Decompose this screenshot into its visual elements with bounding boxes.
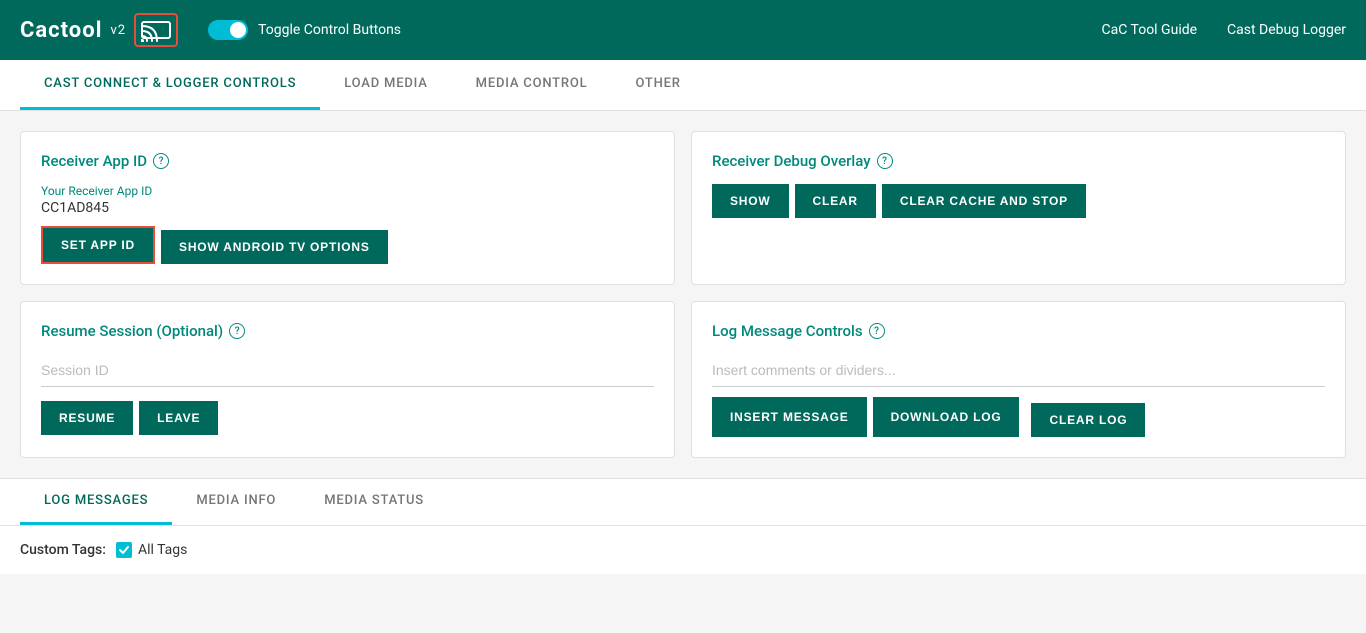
cast-icon [141,18,171,42]
toggle-switch[interactable] [208,20,248,40]
resume-session-card: Resume Session (Optional) ? RESUME LEAVE [20,301,675,458]
log-message-help-icon[interactable]: ? [869,323,885,339]
app-id-input-label: Your Receiver App ID [41,184,654,198]
clear-debug-button[interactable]: CLEAR [795,184,876,218]
session-id-input[interactable] [41,354,654,387]
nav-cac-tool-guide[interactable]: CaC Tool Guide [1102,22,1198,38]
app-id-buttons-row: SET APP ID SHOW ANDROID TV OPTIONS [41,226,654,264]
receiver-app-id-card: Receiver App ID ? Your Receiver App ID C… [20,131,675,285]
tab-media-control[interactable]: MEDIA CONTROL [452,60,612,110]
session-buttons-row: RESUME LEAVE [41,401,654,435]
all-tags-label: All Tags [138,542,187,558]
toggle-area: Toggle Control Buttons [208,20,401,40]
download-log-button[interactable]: DOWNLOAD LOG [873,397,1020,437]
clear-cache-stop-button[interactable]: CLEAR CACHE AND STOP [882,184,1086,218]
top-cards-row: Receiver App ID ? Your Receiver App ID C… [20,131,1346,285]
all-tags-checkbox[interactable] [116,542,132,558]
log-message-title: Log Message Controls ? [712,322,1325,340]
clear-log-button[interactable]: CLEAR LOG [1031,403,1145,437]
insert-message-button[interactable]: INSERT MESSAGE [712,397,867,437]
checkmark-icon [118,544,130,556]
tab-other[interactable]: OTHER [611,60,704,110]
resume-session-help-icon[interactable]: ? [229,323,245,339]
header-nav: CaC Tool Guide Cast Debug Logger [1102,22,1347,38]
tab-media-status[interactable]: MEDIA STATUS [300,479,448,525]
top-tabs-bar: CAST CONNECT & LOGGER CONTROLS LOAD MEDI… [0,60,1366,111]
tab-cast-connect[interactable]: CAST CONNECT & LOGGER CONTROLS [20,60,320,110]
cast-icon-box[interactable] [134,13,178,47]
main-content: Receiver App ID ? Your Receiver App ID C… [0,111,1366,478]
log-comment-input[interactable] [712,354,1325,387]
debug-buttons-row: SHOW CLEAR CLEAR CACHE AND STOP [712,184,1325,218]
logo-text: Cactool [20,18,102,43]
receiver-debug-help-icon[interactable]: ? [877,153,893,169]
receiver-debug-card: Receiver Debug Overlay ? SHOW CLEAR CLEA… [691,131,1346,285]
custom-tags-label: Custom Tags: [20,542,106,558]
all-tags-checkbox-container[interactable]: All Tags [116,542,187,558]
custom-tags-area: Custom Tags: All Tags [0,526,1366,574]
tab-log-messages[interactable]: LOG MESSAGES [20,479,172,525]
bottom-cards-row: Resume Session (Optional) ? RESUME LEAVE… [20,301,1346,458]
log-message-controls-card: Log Message Controls ? INSERT MESSAGE DO… [691,301,1346,458]
show-debug-button[interactable]: SHOW [712,184,789,218]
resume-session-title: Resume Session (Optional) ? [41,322,654,340]
logo: Cactool v2 [20,13,178,47]
bottom-tabs-bar: LOG MESSAGES MEDIA INFO MEDIA STATUS [0,478,1366,526]
receiver-app-id-help-icon[interactable]: ? [153,153,169,169]
nav-cast-debug-logger[interactable]: Cast Debug Logger [1227,22,1346,38]
tab-media-info[interactable]: MEDIA INFO [172,479,300,525]
show-android-tv-button[interactable]: SHOW ANDROID TV OPTIONS [161,230,388,264]
app-id-value: CC1AD845 [41,200,654,216]
toggle-label: Toggle Control Buttons [258,22,401,38]
leave-button[interactable]: LEAVE [139,401,218,435]
log-buttons-row: INSERT MESSAGE DOWNLOAD LOG CLEAR LOG [712,397,1325,437]
receiver-app-id-title: Receiver App ID ? [41,152,654,170]
tab-load-media[interactable]: LOAD MEDIA [320,60,451,110]
receiver-debug-title: Receiver Debug Overlay ? [712,152,1325,170]
set-app-id-button[interactable]: SET APP ID [41,226,155,264]
header: Cactool v2 Toggle Control Buttons CaC To… [0,0,1366,60]
resume-button[interactable]: RESUME [41,401,133,435]
logo-version: v2 [110,23,126,38]
